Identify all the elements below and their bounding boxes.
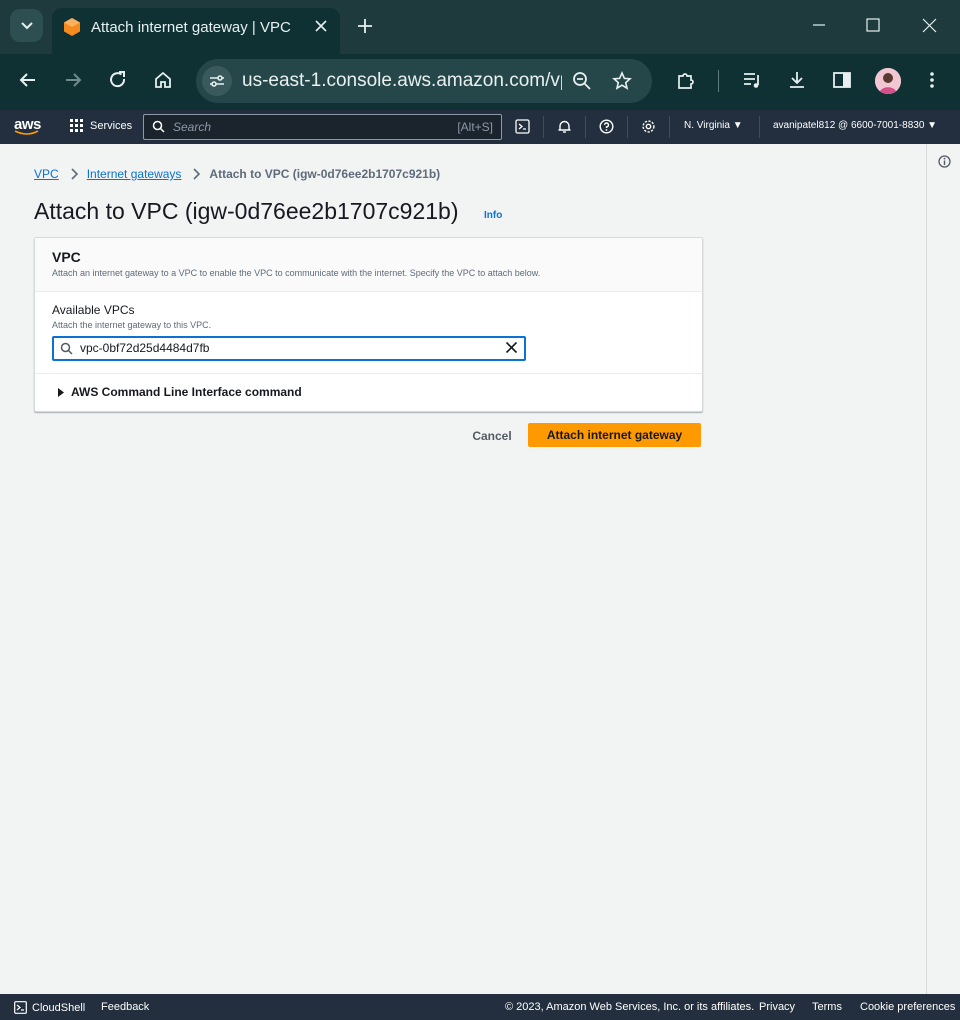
- info-icon[interactable]: [938, 155, 951, 168]
- account-menu[interactable]: avanipatel812 @ 6600-7001-8830 ▼: [773, 120, 937, 131]
- tab-title: Attach internet gateway | VPC | us-east-…: [91, 19, 296, 36]
- vpc-container: VPC Attach an internet gateway to a VPC …: [34, 237, 703, 412]
- breadcrumb-internet-gateways[interactable]: Internet gateways: [87, 167, 182, 181]
- header-divider: [543, 116, 544, 138]
- feedback-link[interactable]: Feedback: [101, 1001, 149, 1013]
- browser-toolbar: us-east-1.console.aws.amazon.com/vpc/hom…: [0, 54, 960, 110]
- cloudshell-label: CloudShell: [32, 1001, 86, 1014]
- vpc-container-description: Attach an internet gateway to a VPC to e…: [52, 268, 541, 278]
- console-footer: CloudShell Feedback © 2023, Amazon Web S…: [0, 994, 960, 1020]
- page-title: Attach to VPC (igw-0d76ee2b1707c921b): [34, 198, 459, 224]
- available-vpcs-input[interactable]: [80, 340, 480, 356]
- breadcrumb-current: Attach to VPC (igw-0d76ee2b1707c921b): [209, 167, 441, 181]
- aws-logo[interactable]: aws: [14, 116, 41, 136]
- breadcrumb-vpc[interactable]: VPC: [34, 167, 59, 181]
- available-vpcs-autosuggest[interactable]: [52, 336, 526, 361]
- account-label: avanipatel812 @ 6600-7001-8830: [773, 120, 925, 131]
- forward-icon[interactable]: [63, 70, 83, 90]
- window-close-icon[interactable]: [922, 18, 937, 33]
- settings-icon[interactable]: [641, 119, 656, 134]
- zoom-icon[interactable]: [572, 71, 592, 91]
- toolbar-divider: [718, 70, 719, 92]
- attach-internet-gateway-button[interactable]: Attach internet gateway: [528, 423, 701, 447]
- clear-icon[interactable]: [505, 341, 518, 354]
- site-info-icon[interactable]: [202, 66, 232, 96]
- panel-divider: [35, 373, 702, 374]
- vpc-container-header: VPC Attach an internet gateway to a VPC …: [35, 238, 702, 292]
- services-label: Services: [90, 120, 133, 132]
- region-label: N. Virginia: [684, 120, 730, 131]
- cloudshell-icon[interactable]: [515, 119, 530, 134]
- aws-top-nav: aws Services Search [Alt+S] N. Virginia …: [0, 110, 960, 144]
- browser-tab-bar: Attach internet gateway | VPC | us-east-…: [0, 0, 960, 54]
- cli-command-expander[interactable]: AWS Command Line Interface command: [57, 385, 302, 399]
- aws-logo-text: aws: [14, 116, 41, 133]
- help-icon[interactable]: [599, 119, 614, 134]
- extensions-icon[interactable]: [676, 70, 696, 90]
- maximize-icon[interactable]: [866, 18, 880, 32]
- profile-avatar[interactable]: [875, 68, 901, 94]
- caret-down-icon: ▼: [927, 120, 938, 131]
- available-vpcs-description: Attach the internet gateway to this VPC.: [52, 320, 212, 330]
- aws-favicon: [62, 17, 82, 37]
- cloudshell-icon: [14, 1001, 27, 1014]
- console-search-input[interactable]: Search [Alt+S]: [143, 114, 502, 140]
- minimize-icon[interactable]: [812, 18, 826, 32]
- home-icon[interactable]: [153, 70, 173, 90]
- more-menu-icon[interactable]: [922, 70, 942, 90]
- available-vpcs-label: Available VPCs: [52, 303, 135, 317]
- search-icon: [60, 342, 73, 355]
- cancel-button[interactable]: Cancel: [462, 425, 522, 447]
- info-link[interactable]: Info: [484, 210, 502, 221]
- search-placeholder: Search: [173, 120, 212, 134]
- copyright-text: © 2023, Amazon Web Services, Inc. or its…: [505, 1001, 755, 1013]
- url-text: us-east-1.console.aws.amazon.com/vpc/hom…: [242, 70, 562, 91]
- services-menu[interactable]: Services: [70, 119, 132, 133]
- cli-command-label: AWS Command Line Interface command: [71, 385, 302, 399]
- services-grid-icon: [70, 119, 84, 133]
- tab-list-icon[interactable]: [10, 9, 43, 42]
- breadcrumb: VPC Internet gateways Attach to VPC (igw…: [34, 167, 440, 181]
- header-divider: [627, 116, 628, 138]
- browser-tab-active[interactable]: Attach internet gateway | VPC | us-east-…: [52, 8, 340, 54]
- header-divider: [669, 116, 670, 138]
- side-panel-icon[interactable]: [832, 70, 852, 90]
- cloudshell-button[interactable]: CloudShell: [14, 1001, 85, 1014]
- header-divider: [759, 116, 760, 138]
- privacy-link[interactable]: Privacy: [759, 1001, 795, 1013]
- download-icon[interactable]: [787, 70, 807, 90]
- search-icon: [152, 120, 165, 133]
- tools-panel-rail: [926, 144, 960, 994]
- region-selector[interactable]: N. Virginia ▼: [684, 120, 743, 131]
- close-icon[interactable]: [314, 19, 328, 33]
- reload-icon[interactable]: [108, 70, 128, 90]
- chevron-right-icon: [193, 168, 201, 180]
- bookmark-star-icon[interactable]: [612, 71, 632, 91]
- back-icon[interactable]: [18, 70, 38, 90]
- vpc-container-title: VPC: [52, 249, 81, 265]
- search-shortcut: [Alt+S]: [457, 120, 493, 134]
- address-bar[interactable]: us-east-1.console.aws.amazon.com/vpc/hom…: [196, 59, 652, 103]
- caret-down-icon: ▼: [732, 120, 743, 131]
- terms-link[interactable]: Terms: [812, 1001, 842, 1013]
- chevron-right-icon: [71, 168, 79, 180]
- cookie-preferences-link[interactable]: Cookie preferences: [860, 1001, 955, 1013]
- expand-caret-icon: [57, 387, 65, 397]
- new-tab-icon[interactable]: [356, 17, 374, 35]
- bell-icon[interactable]: [557, 119, 572, 134]
- header-divider: [585, 116, 586, 138]
- media-icon[interactable]: [742, 70, 762, 90]
